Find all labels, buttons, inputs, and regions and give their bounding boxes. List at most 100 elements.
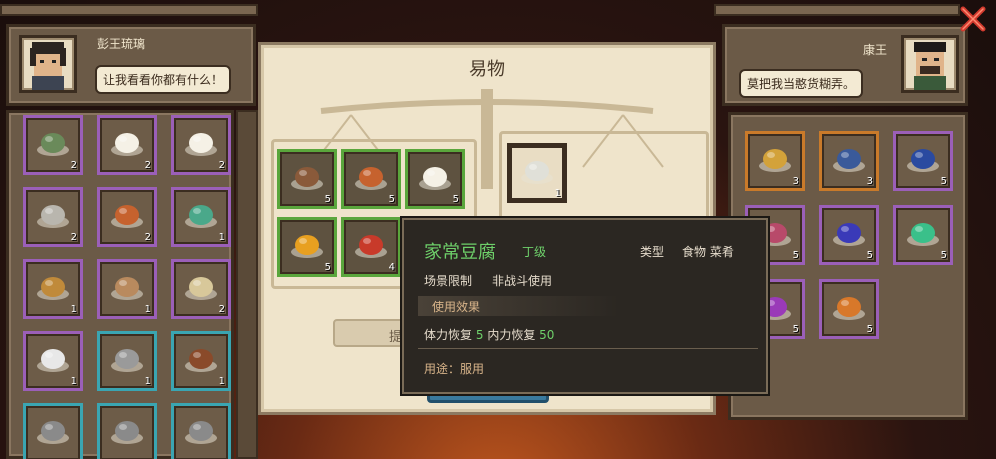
jade-pendant-icon bbox=[519, 156, 555, 190]
left-npc-speech: 让我看看你都有什么！ bbox=[95, 65, 232, 94]
green-pills-icon bbox=[905, 218, 941, 252]
item-slot[interactable]: 5 bbox=[893, 131, 953, 191]
orange-pills-icon bbox=[831, 292, 867, 326]
tooltip-grade: 丁级 bbox=[522, 245, 547, 259]
item-icon bbox=[35, 416, 71, 450]
item-count: 5 bbox=[866, 324, 873, 335]
item-slot[interactable]: 3 bbox=[745, 131, 805, 191]
item-slot[interactable]: 5 bbox=[277, 149, 337, 209]
item-count: 2 bbox=[144, 160, 151, 171]
item-icon bbox=[109, 416, 145, 450]
effect-a-label: 体力恢复 bbox=[424, 328, 473, 342]
item-count: 5 bbox=[388, 194, 395, 205]
item-slot[interactable] bbox=[23, 403, 83, 459]
item-slot[interactable]: 1 bbox=[23, 259, 83, 319]
item-slot[interactable]: 1 bbox=[171, 187, 231, 247]
item-count: 1 bbox=[218, 232, 225, 243]
item-count: 1 bbox=[70, 376, 77, 387]
tofu-plate-icon bbox=[353, 162, 389, 196]
item-slot[interactable]: 1 bbox=[171, 331, 231, 391]
item-count: 1 bbox=[554, 188, 561, 199]
item-slot[interactable]: 1 bbox=[507, 143, 567, 203]
blue-vase-icon bbox=[905, 144, 941, 178]
item-count: 5 bbox=[940, 176, 947, 187]
item-slot[interactable]: 2 bbox=[97, 115, 157, 175]
item-slot[interactable] bbox=[97, 403, 157, 459]
halberd-icon bbox=[109, 344, 145, 378]
item-count: 5 bbox=[940, 250, 947, 261]
effect-a-value: 5 bbox=[475, 328, 484, 342]
left-npc-portrait bbox=[19, 35, 77, 93]
item-count: 3 bbox=[866, 176, 873, 187]
flour-pile-icon bbox=[35, 200, 71, 234]
item-count: 5 bbox=[452, 194, 459, 205]
item-slot[interactable]: 2 bbox=[97, 187, 157, 247]
item-count: 1 bbox=[70, 304, 77, 315]
tooltip-type-value: 食物 菜肴 bbox=[682, 245, 734, 259]
effect-b-label: 内力恢复 bbox=[487, 328, 536, 342]
right-top-bar bbox=[714, 4, 960, 16]
right-npc-header: 康王 莫把我当憨货糊弄。 bbox=[722, 24, 968, 106]
white-flower-icon bbox=[35, 344, 71, 378]
item-count: 5 bbox=[866, 250, 873, 261]
item-count: 1 bbox=[144, 304, 151, 315]
tooltip-effect-header-bar: 使用效果 bbox=[418, 296, 618, 316]
item-slot[interactable]: 5 bbox=[341, 149, 401, 209]
tooltip-restriction-label: 场景限制 bbox=[424, 274, 473, 288]
red-dish-icon bbox=[353, 230, 389, 264]
item-slot[interactable]: 5 bbox=[405, 149, 465, 209]
item-slot[interactable]: 3 bbox=[819, 131, 879, 191]
egg-dish-icon bbox=[289, 230, 325, 264]
item-slot[interactable]: 1 bbox=[97, 331, 157, 391]
item-count: 2 bbox=[218, 160, 225, 171]
close-button[interactable] bbox=[958, 4, 988, 34]
item-slot[interactable]: 2 bbox=[171, 259, 231, 319]
item-slot[interactable]: 2 bbox=[23, 115, 83, 175]
left-npc-name: 彭王琉璃 bbox=[97, 37, 146, 51]
hint-text: 提 bbox=[389, 330, 403, 345]
item-slot[interactable]: 4 bbox=[341, 217, 401, 277]
item-count: 1 bbox=[218, 376, 225, 387]
right-npc-portrait bbox=[901, 35, 959, 93]
rice-pile-icon bbox=[183, 128, 219, 162]
effect-b-value: 50 bbox=[539, 328, 555, 342]
tooltip-item-name: 家常豆腐 bbox=[424, 242, 496, 263]
scroll-icon bbox=[183, 272, 219, 306]
tooltip-effect-header: 使用效果 bbox=[432, 300, 481, 314]
item-slot[interactable]: 1 bbox=[97, 259, 157, 319]
roast-skewer-icon bbox=[35, 272, 71, 306]
left-npc-header: 彭王琉璃 让我看看你都有什么！ bbox=[6, 24, 256, 106]
item-count: 4 bbox=[388, 262, 395, 273]
item-count: 5 bbox=[324, 194, 331, 205]
left-inventory: 2 2 2 2 2 1 1 1 2 1 1 1 bbox=[6, 110, 234, 459]
right-npc-speech: 莫把我当憨货糊弄。 bbox=[739, 69, 864, 98]
prayer-beads-icon bbox=[183, 344, 219, 378]
rice-pile-icon bbox=[109, 128, 145, 162]
left-top-bar bbox=[0, 4, 258, 16]
item-slot[interactable]: 5 bbox=[819, 205, 879, 265]
item-count: 5 bbox=[324, 262, 331, 273]
item-slot[interactable]: 2 bbox=[171, 115, 231, 175]
item-count: 2 bbox=[70, 232, 77, 243]
item-count: 1 bbox=[144, 376, 151, 387]
item-slot[interactable] bbox=[171, 403, 231, 459]
item-slot[interactable]: 5 bbox=[893, 205, 953, 265]
right-npc-name: 康王 bbox=[863, 43, 888, 57]
book-icon bbox=[109, 272, 145, 306]
rice-bowl-icon bbox=[417, 162, 453, 196]
item-slot[interactable]: 2 bbox=[23, 187, 83, 247]
left-scrollbar[interactable] bbox=[236, 110, 258, 459]
ladle-icon bbox=[289, 162, 325, 196]
blue-pills-icon bbox=[831, 218, 867, 252]
item-slot[interactable]: 1 bbox=[23, 331, 83, 391]
item-count: 3 bbox=[792, 176, 799, 187]
tooltip-usage: 用途：服用 bbox=[424, 362, 485, 376]
item-count: 5 bbox=[792, 324, 799, 335]
blue-censer-icon bbox=[831, 144, 867, 178]
leaf-dish-icon bbox=[183, 200, 219, 234]
tooltip-type-label: 类型 bbox=[640, 245, 665, 259]
close-icon bbox=[960, 6, 986, 32]
item-slot[interactable]: 5 bbox=[819, 279, 879, 339]
item-slot[interactable]: 5 bbox=[277, 217, 337, 277]
item-tooltip: 家常豆腐 丁级 类型 食物 菜肴 场景限制 非战斗使用 使用效果 体力恢复 5 … bbox=[402, 218, 768, 394]
